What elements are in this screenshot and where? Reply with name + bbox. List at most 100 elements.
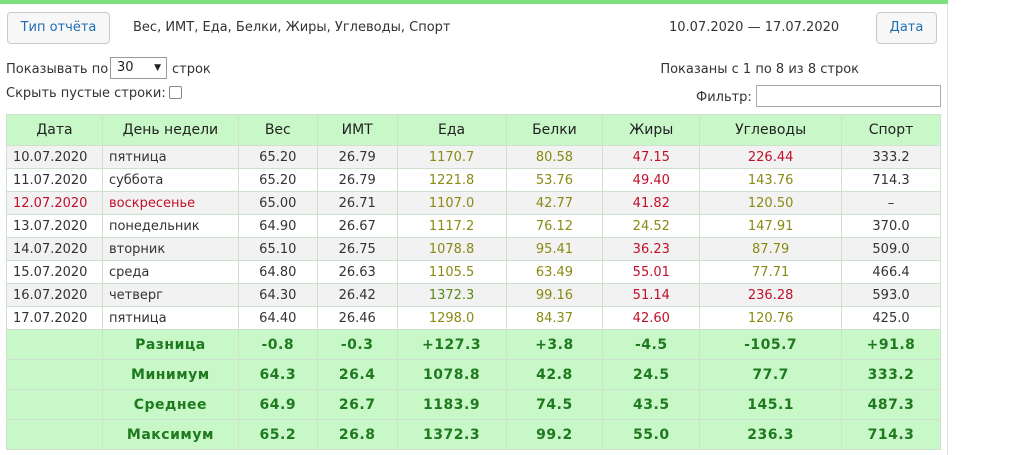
summary-protein: +3.8	[505, 329, 604, 360]
summary-spacer-cell	[6, 419, 103, 450]
cell-food: 1221.8	[396, 168, 507, 192]
cell-food: 1298.0	[396, 306, 507, 330]
page-size-select[interactable]: 30 ▼	[110, 57, 167, 79]
summary-food: +127.3	[396, 329, 507, 360]
summary-weight: 64.3	[237, 359, 318, 390]
cell-sport: 509.0	[841, 237, 941, 261]
summary-protein: 99.2	[505, 419, 604, 450]
summary-weight: -0.8	[237, 329, 318, 360]
cell-food: 1078.8	[396, 237, 507, 261]
summary-bmi: -0.3	[316, 329, 398, 360]
summary-fat: 43.5	[602, 389, 701, 420]
shown-rows-info: Показаны с 1 по 8 из 8 строк	[660, 62, 859, 77]
hide-empty-rows-checkbox[interactable]	[169, 86, 182, 99]
cell-weekday: пятница	[101, 145, 239, 169]
filter-input[interactable]	[756, 85, 941, 107]
cell-date: 17.07.2020	[6, 306, 103, 330]
column-header-carbs[interactable]: Углеводы	[699, 114, 843, 146]
column-header-fat[interactable]: Жиры	[602, 114, 701, 146]
column-header-bmi[interactable]: ИМТ	[316, 114, 398, 146]
report-type-button[interactable]: Тип отчёта	[7, 12, 110, 44]
report-panel: Тип отчёта Вес, ИМТ, Еда, Белки, Жиры, У…	[0, 0, 948, 455]
cell-protein: 53.76	[505, 168, 604, 192]
column-header-food[interactable]: Еда	[396, 114, 507, 146]
summary-fat: 24.5	[602, 359, 701, 390]
summary-row: Разница -0.8 -0.3 +127.3 +3.8 -4.5 -105.7 +91.8	[6, 329, 941, 360]
summary-carbs: 236.3	[699, 419, 843, 450]
cell-protein: 42.77	[505, 191, 604, 215]
cell-food: 1105.5	[396, 260, 507, 284]
cell-food: 1117.2	[396, 214, 507, 238]
cell-weight: 64.90	[237, 214, 318, 238]
cell-bmi: 26.79	[316, 145, 398, 169]
summary-fat: -4.5	[602, 329, 701, 360]
hide-empty-rows-label: Скрыть пустые строки:	[6, 86, 166, 101]
summary-food: 1078.8	[396, 359, 507, 390]
summary-sport: 714.3	[841, 419, 941, 450]
table-row: 16.07.2020 четверг 64.30 26.42 1372.3 99.16 51…	[6, 283, 941, 307]
cell-carbs: 87.79	[699, 237, 843, 261]
cell-carbs: 147.91	[699, 214, 843, 238]
summary-label: Среднее	[101, 389, 239, 420]
show-per-page-label: Показывать по	[6, 62, 109, 77]
cell-bmi: 26.79	[316, 168, 398, 192]
cell-protein: 76.12	[505, 214, 604, 238]
column-header-date[interactable]: Дата	[6, 114, 103, 146]
cell-bmi: 26.46	[316, 306, 398, 330]
cell-bmi: 26.63	[316, 260, 398, 284]
cell-date: 14.07.2020	[6, 237, 103, 261]
summary-label: Максимум	[101, 419, 239, 450]
summary-carbs: 77.7	[699, 359, 843, 390]
summary-weight: 65.2	[237, 419, 318, 450]
cell-weekday: понедельник	[101, 214, 239, 238]
cell-weekday: суббота	[101, 168, 239, 192]
cell-sport: 425.0	[841, 306, 941, 330]
cell-sport: 333.2	[841, 145, 941, 169]
summary-food: 1183.9	[396, 389, 507, 420]
summary-sport: 487.3	[841, 389, 941, 420]
summary-sport: +91.8	[841, 329, 941, 360]
cell-protein: 95.41	[505, 237, 604, 261]
summary-protein: 74.5	[505, 389, 604, 420]
column-header-weekday[interactable]: День недели	[101, 114, 239, 146]
page-size-value: 30	[117, 60, 134, 75]
cell-fat: 47.15	[602, 145, 701, 169]
cell-fat: 42.60	[602, 306, 701, 330]
cell-sport: 370.0	[841, 214, 941, 238]
summary-label: Разница	[101, 329, 239, 360]
cell-bmi: 26.71	[316, 191, 398, 215]
cell-carbs: 236.28	[699, 283, 843, 307]
cell-weight: 65.10	[237, 237, 318, 261]
date-button[interactable]: Дата	[876, 12, 937, 44]
cell-date: 10.07.2020	[6, 145, 103, 169]
date-range: 10.07.2020 — 17.07.2020	[669, 20, 840, 35]
cell-weekday: пятница	[101, 306, 239, 330]
table-row: 13.07.2020 понедельник 64.90 26.67 1117.2 76.…	[6, 214, 941, 238]
column-header-sport[interactable]: Спорт	[841, 114, 941, 146]
summary-row: Минимум 64.3 26.4 1078.8 42.8 24.5 77.7 333.2	[6, 359, 941, 390]
table-row: 10.07.2020 пятница 65.20 26.79 1170.7 80.58 47…	[6, 145, 941, 169]
column-header-weight[interactable]: Вес	[237, 114, 318, 146]
cell-date: 15.07.2020	[6, 260, 103, 284]
table-row: 15.07.2020 среда 64.80 26.63 1105.5 63.49 55.0…	[6, 260, 941, 284]
summary-row: Среднее 64.9 26.7 1183.9 74.5 43.5 145.1 487.3	[6, 389, 941, 420]
cell-weekday: воскресенье	[101, 191, 239, 215]
cell-fat: 49.40	[602, 168, 701, 192]
cell-carbs: 226.44	[699, 145, 843, 169]
cell-date: 16.07.2020	[6, 283, 103, 307]
summary-food: 1372.3	[396, 419, 507, 450]
summary-sport: 333.2	[841, 359, 941, 390]
cell-weight: 64.40	[237, 306, 318, 330]
summary-label: Минимум	[101, 359, 239, 390]
cell-weight: 64.30	[237, 283, 318, 307]
report-table: Дата День недели Вес ИМТ Еда Белки Жиры Углевод…	[6, 114, 941, 450]
cell-weekday: вторник	[101, 237, 239, 261]
column-header-protein[interactable]: Белки	[505, 114, 604, 146]
cell-sport: 593.0	[841, 283, 941, 307]
summary-carbs: 145.1	[699, 389, 843, 420]
cell-carbs: 143.76	[699, 168, 843, 192]
summary-weight: 64.9	[237, 389, 318, 420]
filter-label: Фильтр:	[696, 90, 752, 105]
cell-bmi: 26.42	[316, 283, 398, 307]
cell-food: 1372.3	[396, 283, 507, 307]
